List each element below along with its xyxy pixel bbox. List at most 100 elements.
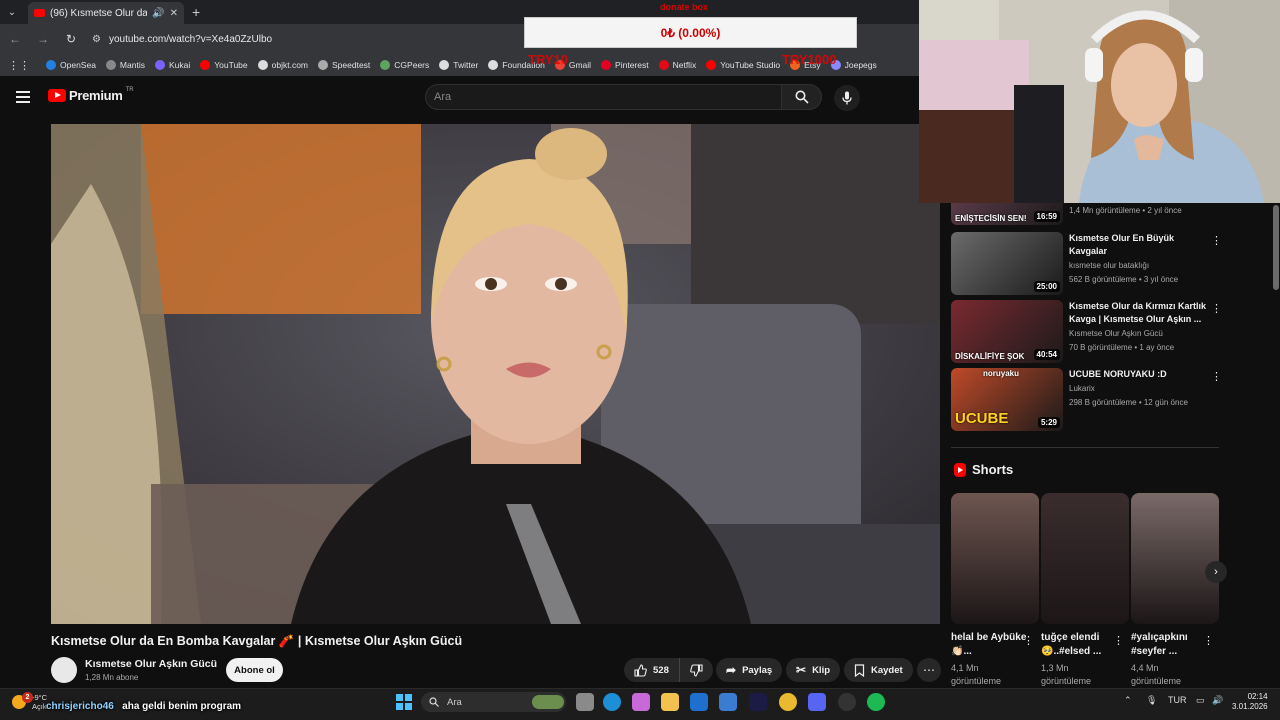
video-player[interactable] bbox=[51, 124, 940, 624]
microphone-tray-icon[interactable]: 🎙 bbox=[1146, 695, 1157, 706]
reload-icon[interactable]: ↻ bbox=[64, 32, 78, 46]
stream-chat-message: chrisjericho46 aha geldi benim program bbox=[46, 701, 241, 712]
close-tab-icon[interactable]: ✕ bbox=[170, 8, 178, 19]
site-info-icon[interactable]: ⚙ bbox=[92, 34, 101, 45]
like-button[interactable]: 528 bbox=[624, 658, 680, 682]
subscribe-button[interactable]: Abone ol bbox=[226, 658, 283, 682]
apps-grid-icon[interactable]: ⋮⋮ bbox=[8, 59, 30, 72]
video-thumbnail[interactable]: UCUBE noruyaku 5:29 bbox=[951, 368, 1063, 431]
bookmark-item[interactable]: Twitter bbox=[439, 60, 478, 70]
clock-date: 3.01.2026 bbox=[1232, 702, 1268, 711]
recommended-channel[interactable]: Kısmetse Olur Aşkın Gücü bbox=[1069, 329, 1163, 338]
language-indicator[interactable]: TUR bbox=[1168, 695, 1187, 705]
volume-icon[interactable]: 🔊 bbox=[1212, 695, 1223, 706]
more-vert-icon[interactable]: ⋮ bbox=[1113, 634, 1124, 647]
recommended-meta: 1,4 Mn görüntüleme • 2 yıl önce bbox=[1069, 206, 1182, 215]
bookmark-item[interactable]: Pinterest bbox=[601, 60, 649, 70]
short-title[interactable]: helal be Aybüke 👏🏻... bbox=[951, 631, 1029, 659]
bookmark-item[interactable]: Joepegs bbox=[830, 60, 877, 70]
speaker-icon[interactable]: 🔊 bbox=[152, 8, 164, 19]
recommended-title[interactable]: UCUBE NORUYAKU :D bbox=[1069, 368, 1209, 381]
bookmark-label: Kukai bbox=[168, 60, 191, 70]
short-title[interactable]: #yalıçapkını #seyfer ... bbox=[1131, 631, 1209, 659]
url-field[interactable]: ⚙ youtube.com/watch?v=Xe4a0ZzUlbo bbox=[92, 28, 532, 50]
bookmark-item[interactable]: CGPeers bbox=[380, 60, 429, 70]
bookmark-item[interactable]: Netflix bbox=[658, 60, 696, 70]
video-thumbnail[interactable]: DİSKALİFİYE ŞOK 40:54 bbox=[951, 300, 1063, 363]
short-title[interactable]: tuğçe elendi 🥺..#elsed ... bbox=[1041, 631, 1119, 659]
bookmark-item[interactable]: YouTube bbox=[200, 60, 248, 70]
bookmark-favicon-icon bbox=[154, 60, 165, 70]
save-button[interactable]: Kaydet bbox=[844, 658, 913, 682]
obs-icon[interactable] bbox=[838, 693, 856, 711]
share-button[interactable]: ➦ Paylaş bbox=[716, 658, 783, 682]
store-icon[interactable] bbox=[719, 693, 737, 711]
weather-widget[interactable]: 2 -9°C Açık bbox=[12, 692, 47, 711]
thumbnail-caption: DİSKALİFİYE ŞOK bbox=[955, 352, 1025, 361]
forward-icon[interactable]: → bbox=[36, 32, 50, 46]
windows-start-icon[interactable] bbox=[396, 694, 412, 710]
task-view-icon[interactable] bbox=[576, 693, 594, 711]
more-vert-icon[interactable]: ⋮ bbox=[1203, 634, 1214, 647]
more-vert-icon[interactable]: ⋮ bbox=[1023, 634, 1034, 647]
more-vert-icon[interactable]: ⋮ bbox=[1211, 302, 1222, 315]
system-clock[interactable]: 02:14 3.01.2026 bbox=[1232, 692, 1268, 712]
dislike-button[interactable] bbox=[679, 658, 713, 682]
bookmark-label: CGPeers bbox=[394, 60, 430, 70]
donate-box-title: donate box bbox=[660, 2, 709, 12]
scrollbar-thumb[interactable] bbox=[1273, 205, 1279, 290]
more-vert-icon[interactable]: ⋮ bbox=[1211, 370, 1222, 383]
bookmark-item[interactable]: objkt.com bbox=[257, 60, 308, 70]
tray-overflow-icon[interactable]: ⌃ bbox=[1124, 695, 1132, 706]
search-button[interactable] bbox=[782, 84, 822, 110]
recommended-video[interactable]: 25:00 Kısmetse Olur En Büyük Kavgalar kısm… bbox=[951, 232, 1222, 296]
bookmark-item[interactable]: OpenSea bbox=[46, 60, 96, 70]
short-thumbnail[interactable] bbox=[951, 493, 1039, 624]
channel-name[interactable]: Kısmetse Olur Aşkın Gücü bbox=[85, 658, 217, 670]
outlook-icon[interactable] bbox=[690, 693, 708, 711]
new-tab-button[interactable]: + bbox=[192, 4, 200, 20]
short-thumbnail[interactable] bbox=[1041, 493, 1129, 624]
recommended-title[interactable]: Kısmetse Olur En Büyük Kavgalar bbox=[1069, 232, 1209, 258]
video-thumbnail[interactable]: ENİŞTECİSİN SEN! 16:59 bbox=[951, 203, 1063, 225]
tab-search-button[interactable]: ⌄ bbox=[0, 0, 24, 24]
channel-avatar[interactable] bbox=[51, 657, 77, 683]
bookmark-item[interactable]: YouTube Studio bbox=[706, 60, 780, 70]
voice-search-button[interactable] bbox=[834, 85, 860, 111]
bookmark-label: Speedtest bbox=[332, 60, 371, 70]
video-thumbnail[interactable]: 25:00 bbox=[951, 232, 1063, 295]
bookmark-item[interactable]: Speedtest bbox=[318, 60, 370, 70]
network-icon[interactable]: ▭ bbox=[1196, 695, 1205, 706]
share-icon: ➦ bbox=[726, 663, 737, 677]
youtube-header: Premium TR Ara bbox=[0, 76, 920, 120]
clip-group: ✂ Klip bbox=[786, 658, 841, 682]
menu-icon[interactable] bbox=[16, 91, 30, 103]
file-explorer-icon[interactable] bbox=[661, 693, 679, 711]
recommended-video[interactable]: UCUBE noruyaku 5:29 UCUBE NORUYAKU :D Lukari… bbox=[951, 368, 1222, 432]
recommended-title[interactable]: Kısmetse Olur da Kırmızı Kartlık Kavga |… bbox=[1069, 300, 1209, 326]
chrome-icon[interactable] bbox=[779, 693, 797, 711]
tab-youtube[interactable]: (96) Kısmetse Olur da En Bo 🔊 ✕ bbox=[28, 2, 184, 24]
search-input[interactable]: Ara bbox=[425, 84, 782, 110]
spotify-icon[interactable] bbox=[867, 693, 885, 711]
recommended-channel[interactable]: Lukarix bbox=[1069, 384, 1095, 393]
edge-icon[interactable] bbox=[603, 693, 621, 711]
after-effects-icon[interactable] bbox=[749, 693, 767, 711]
taskbar-search[interactable]: Ara bbox=[421, 692, 566, 712]
more-actions-button[interactable]: ⋯ bbox=[917, 658, 941, 682]
recommended-channel[interactable]: kısmetse olur bataklığı bbox=[1069, 261, 1149, 270]
recommended-video[interactable]: DİSKALİFİYE ŞOK 40:54 Kısmetse Olur da Kır… bbox=[951, 300, 1222, 364]
discord-icon[interactable] bbox=[808, 693, 826, 711]
search-box: Ara bbox=[425, 84, 822, 110]
bookmark-item[interactable]: Mantis bbox=[105, 60, 145, 70]
copilot-icon[interactable] bbox=[632, 693, 650, 711]
bookmark-item[interactable]: Kukai bbox=[154, 60, 191, 70]
more-vert-icon[interactable]: ⋮ bbox=[1211, 234, 1222, 247]
shorts-icon bbox=[954, 462, 966, 477]
clip-button[interactable]: ✂ Klip bbox=[786, 658, 841, 682]
back-icon[interactable]: ← bbox=[8, 32, 22, 46]
youtube-logo[interactable]: Premium TR bbox=[48, 87, 134, 103]
short-thumbnail[interactable] bbox=[1131, 493, 1219, 624]
shorts-next-button[interactable]: › bbox=[1205, 561, 1227, 583]
like-count: 528 bbox=[653, 664, 669, 676]
